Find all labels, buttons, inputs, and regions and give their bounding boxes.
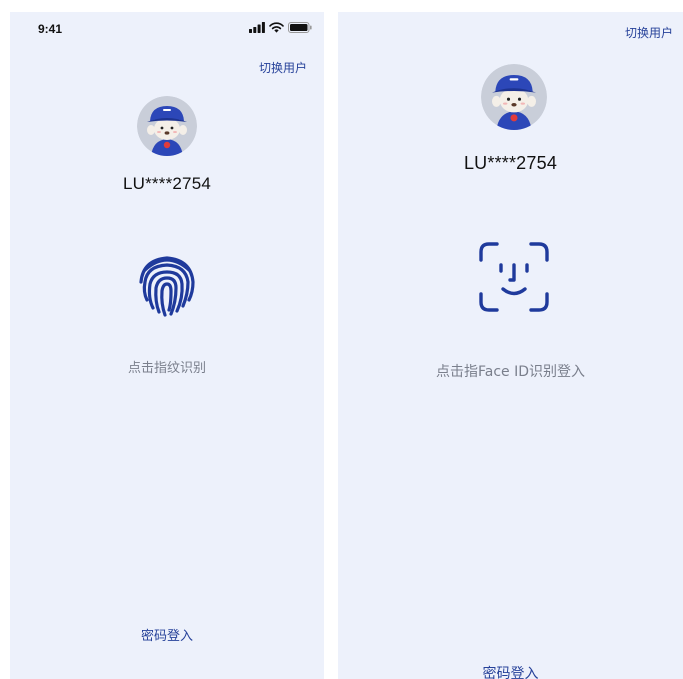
status-icons [249,21,312,33]
signal-icon [249,21,265,33]
fingerprint-icon [139,256,195,317]
password-login-link[interactable]: 密码登入 [338,663,683,679]
fingerprint-hint: 点击指纹识别 [127,361,206,376]
avatar-mascot [481,64,547,130]
status-time: 9:41 [38,22,63,36]
face-id-icon [479,242,549,312]
wifi-icon [269,21,284,33]
switch-user-link[interactable]: 切换用户 [259,59,307,76]
username-masked: LU****2754 [463,153,558,173]
avatar [137,96,197,156]
fingerprint-login-screen: 9:41 切换用户 LU****2754 点击指纹识别 密码登入 [10,12,324,679]
username-masked: LU****2754 [122,174,211,193]
switch-user-link[interactable]: 切换用户 [625,24,673,41]
faceid-hint: 点击指Face ID识别登入 [435,364,586,380]
avatar [481,64,547,130]
battery-icon [288,21,312,33]
faceid-login-screen: 切换用户 LU****2754 点击指Face ID识别登入 密码登入 [338,12,683,679]
fingerprint-button[interactable] [131,248,203,320]
avatar-mascot [137,96,197,156]
status-bar: 9:41 [10,12,324,46]
face-id-button[interactable] [475,238,553,316]
password-login-link[interactable]: 密码登入 [10,625,324,644]
